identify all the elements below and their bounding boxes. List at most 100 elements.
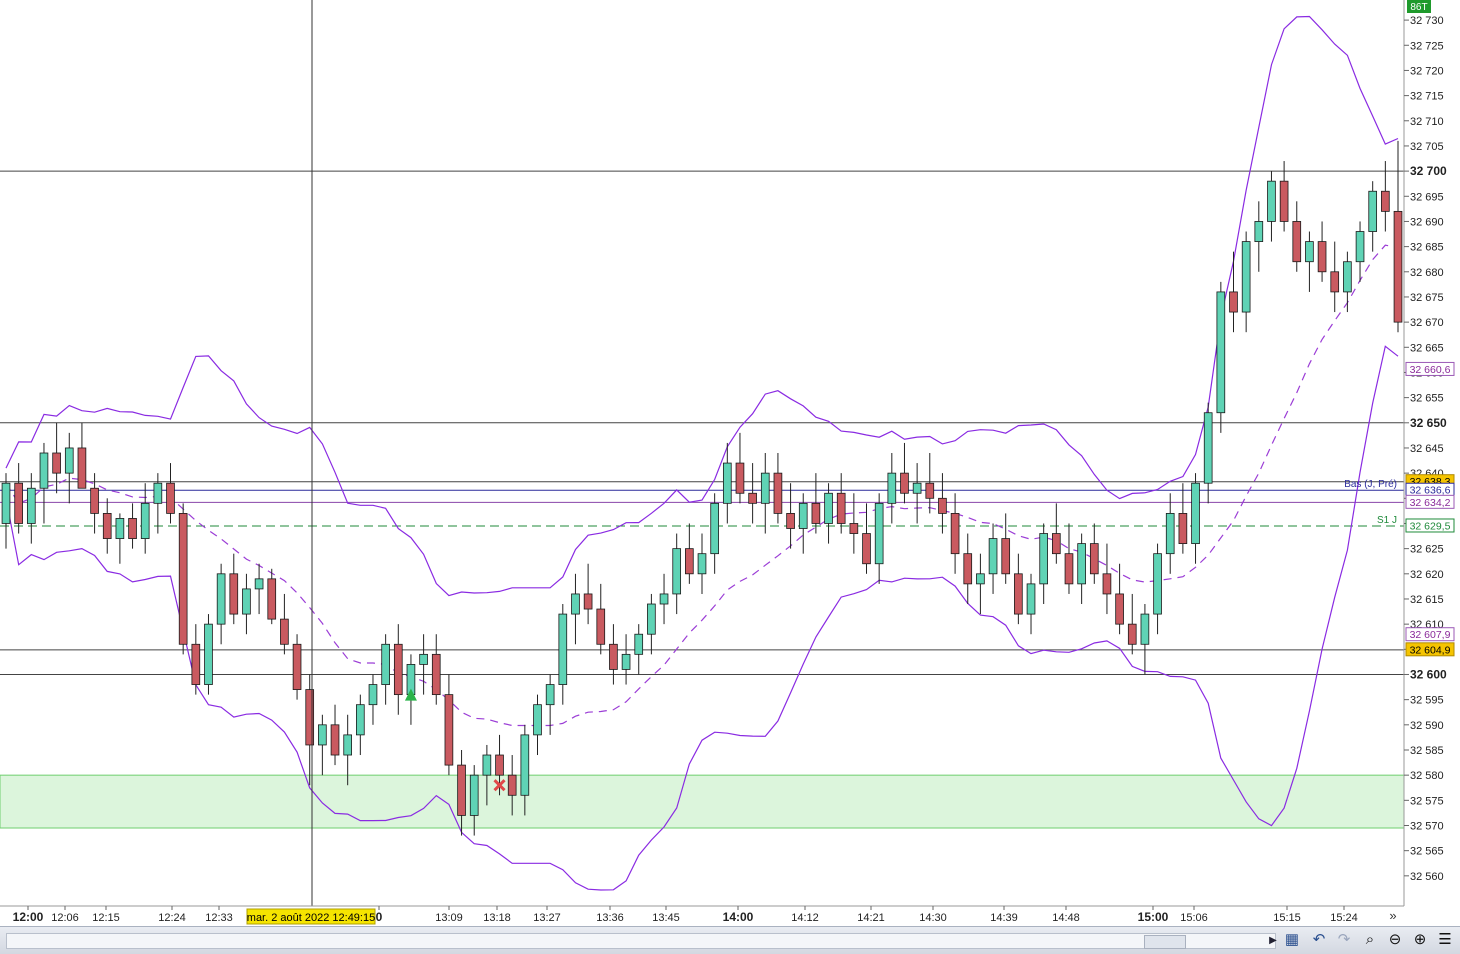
- price-tag-label: 32 634,2: [1410, 497, 1451, 509]
- price-tick-label: 32 570: [1410, 820, 1444, 832]
- candle-body-down: [748, 492, 757, 504]
- time-tick-label: 0: [376, 910, 383, 924]
- candle-body-down: [431, 653, 441, 696]
- price-tick-label: 32 690: [1410, 216, 1444, 228]
- candle-body-up: [1216, 291, 1226, 414]
- time-tick-label: 12:33: [205, 912, 233, 924]
- candle-body-down: [735, 462, 745, 494]
- candle-body-down: [267, 578, 277, 620]
- candle-body-down: [1064, 553, 1074, 585]
- candle-body-up: [798, 502, 808, 529]
- undo-icon[interactable]: ↶: [1308, 929, 1330, 951]
- price-tick-label: 32 665: [1410, 342, 1444, 354]
- candle-body-up: [1191, 482, 1200, 545]
- candle-body-up: [1026, 583, 1036, 615]
- price-tick-label: 32 725: [1410, 40, 1444, 52]
- candle-body-up: [760, 472, 770, 504]
- candle-body-down: [52, 452, 61, 474]
- candle[interactable]: [204, 614, 213, 695]
- candle-body-up: [140, 502, 150, 539]
- candle[interactable]: [292, 634, 302, 700]
- candle-body-down: [178, 513, 188, 645]
- time-tick-label: 14:21: [857, 912, 885, 924]
- time-tick-label: 12:00: [13, 910, 44, 924]
- candle-body-up: [1140, 613, 1150, 645]
- time-tick-label: 13:45: [652, 912, 680, 924]
- calendar-icon[interactable]: ▦: [1281, 929, 1303, 951]
- toolbar-menu-icon[interactable]: ☰: [1434, 929, 1456, 951]
- price-tick-label: 32 715: [1410, 91, 1444, 103]
- candle-body-up: [912, 482, 922, 494]
- candle-body-down: [495, 754, 504, 776]
- zoom-in-icon[interactable]: ⊕: [1409, 929, 1431, 951]
- candle-body-down: [583, 593, 593, 610]
- candle-body-down: [938, 497, 947, 514]
- price-tick-label: 32 580: [1410, 770, 1444, 782]
- candle-body-down: [963, 553, 973, 585]
- candle-body-up: [1077, 543, 1086, 585]
- candle-body-up: [1305, 241, 1314, 263]
- candle-body-up: [1343, 261, 1352, 293]
- candle-body-down: [166, 482, 175, 514]
- candle-body-down: [609, 643, 618, 670]
- candle-body-down: [1381, 190, 1390, 212]
- price-tick-label: 32 560: [1410, 871, 1444, 883]
- price-tick-label: 32 575: [1410, 795, 1444, 807]
- candle-body-down: [280, 618, 289, 645]
- candle-body-up: [204, 623, 213, 685]
- time-tick-label: 13:18: [483, 912, 511, 924]
- time-tick-label: 14:00: [723, 910, 754, 924]
- candle-body-up: [469, 774, 479, 816]
- scrollbar-thumb[interactable]: [1144, 935, 1186, 949]
- price-tick-label: 32 705: [1410, 141, 1444, 153]
- zoom-fit-icon[interactable]: ⌕: [1359, 929, 1381, 951]
- time-tick-label: 15:15: [1273, 912, 1301, 924]
- candle-body-up: [26, 487, 36, 524]
- time-tick-label: 12:06: [51, 912, 79, 924]
- candle-body-up: [1254, 221, 1264, 242]
- price-tick-label: 32 680: [1410, 267, 1444, 279]
- horizontal-scrollbar[interactable]: ▶: [6, 933, 1277, 949]
- candle-body-up: [621, 653, 631, 670]
- candle-body-down: [393, 643, 403, 696]
- candle-body-up: [533, 704, 542, 736]
- candle-body-down: [773, 472, 783, 514]
- zoom-out-icon[interactable]: ⊖: [1384, 929, 1406, 951]
- candle-body-up: [356, 704, 365, 736]
- price-tick-label: 32 615: [1410, 594, 1444, 606]
- candle-body-down: [330, 724, 340, 756]
- price-tick-label: 32 700: [1410, 164, 1447, 178]
- candle-body-up: [368, 684, 378, 706]
- candle-body-up: [520, 734, 530, 796]
- candle-body-down: [836, 492, 846, 524]
- price-tag-label: 32 629,5: [1410, 520, 1451, 532]
- price-tag-label: 32 604,9: [1410, 644, 1451, 656]
- time-tick-label: 15:06: [1180, 912, 1208, 924]
- plot-background: [0, 0, 1404, 906]
- redo-icon[interactable]: ↷: [1333, 929, 1355, 951]
- price-chart[interactable]: Bas (J, Pré) S1 J 32 560 32 565 32 570 32 57…: [0, 0, 1460, 926]
- time-tick-label: 15:00: [1138, 910, 1169, 924]
- candle-body-up: [64, 447, 74, 474]
- candle-body-down: [1102, 573, 1112, 595]
- price-tick-label: 32 625: [1410, 544, 1444, 556]
- candle[interactable]: [178, 503, 188, 655]
- scroll-right-arrow[interactable]: ▶: [1266, 934, 1280, 948]
- crosshair-date-label: mar. 2 août 2022 12:49:15: [247, 912, 375, 924]
- candle-body-up: [558, 613, 568, 685]
- candle-body-up: [1165, 513, 1175, 555]
- candle-body-down: [1229, 291, 1238, 313]
- candle-body-up: [216, 573, 226, 625]
- candle-body-down: [1292, 221, 1302, 263]
- price-tick-label: 32 695: [1410, 191, 1444, 203]
- candle-body-up: [824, 492, 833, 524]
- candle-body-up: [419, 653, 428, 665]
- candle[interactable]: [1216, 281, 1226, 433]
- candle-body-down: [1052, 533, 1061, 555]
- price-tick-label: 32 600: [1410, 667, 1447, 681]
- candle-body-down: [1279, 180, 1289, 222]
- price-tick-label: 32 720: [1410, 65, 1444, 77]
- candle-body-down: [900, 472, 909, 494]
- time-axis-more[interactable]: »: [1389, 908, 1396, 923]
- candle-body-down: [1317, 241, 1327, 273]
